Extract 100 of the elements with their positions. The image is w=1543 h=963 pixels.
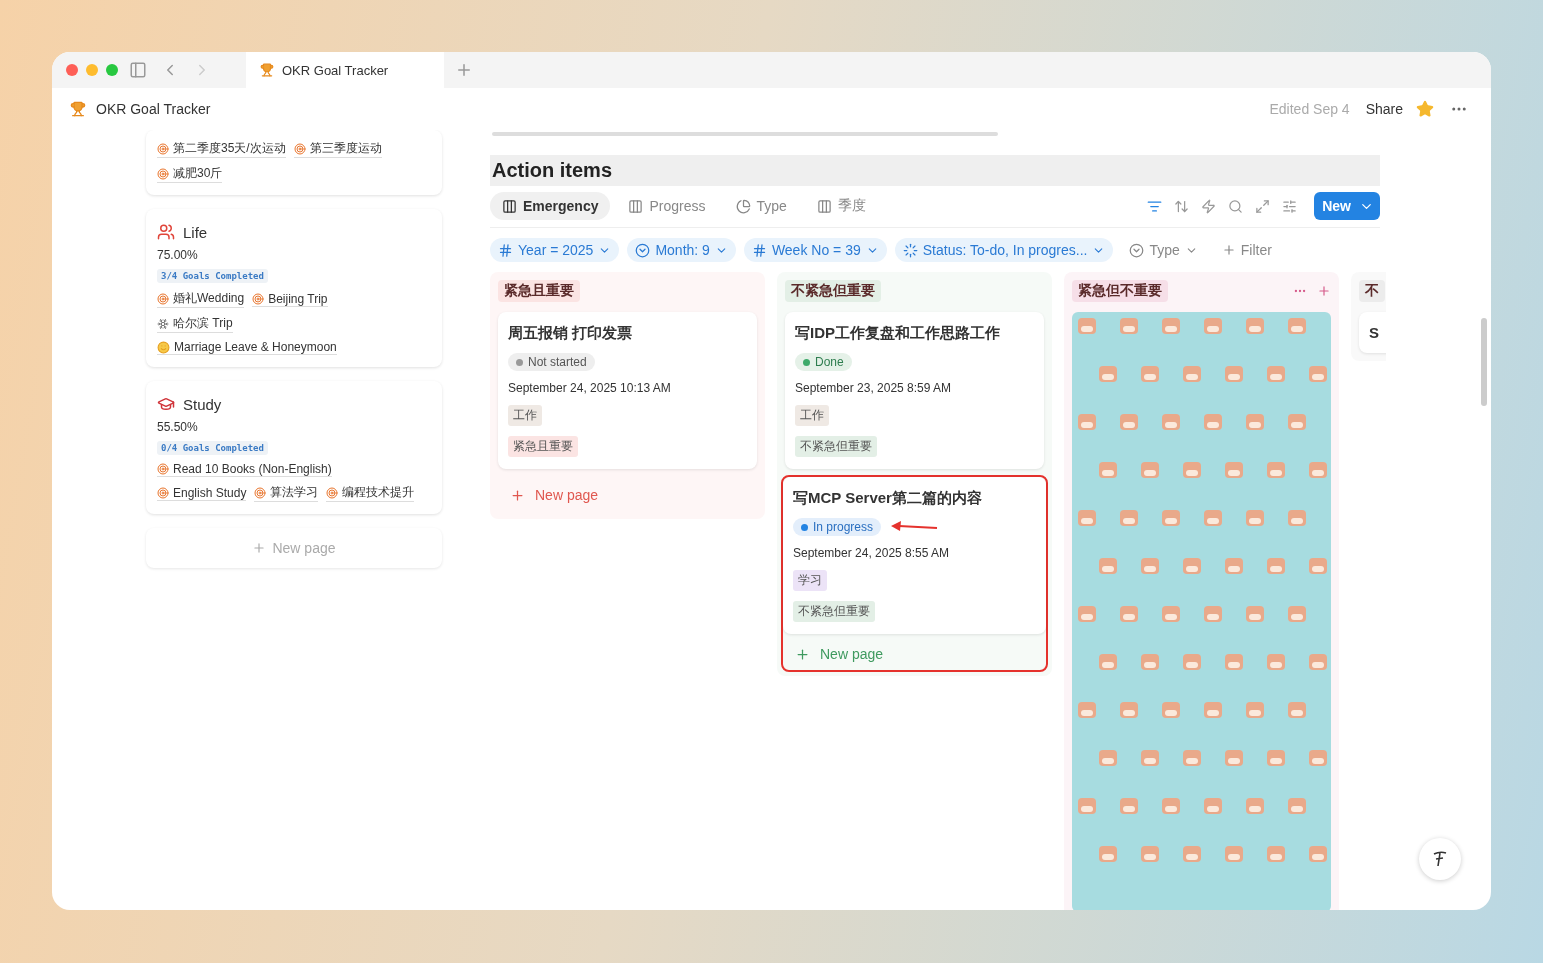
lightning-icon[interactable] — [1201, 198, 1217, 214]
target-icon — [254, 486, 267, 499]
plus-icon — [795, 646, 810, 662]
new-button[interactable]: New — [1314, 192, 1380, 220]
goal-title: Study — [183, 395, 222, 413]
new-tab-icon[interactable] — [455, 61, 473, 79]
goal-link[interactable]: English Study — [157, 485, 247, 501]
close-window-button[interactable] — [66, 64, 78, 76]
target-icon — [157, 142, 169, 155]
target-icon — [293, 142, 306, 155]
add-filter-button[interactable]: Filter — [1213, 238, 1280, 262]
goal-card[interactable]: 第二季度35天/次运动 第三季度运动 减肥30斤 — [146, 130, 442, 195]
status-icon — [902, 242, 918, 258]
plus-icon — [252, 541, 267, 555]
goal-percent: 75.00% — [157, 248, 199, 262]
goal-percent: 55.50% — [157, 420, 199, 434]
tag: 不紧急但重要 — [793, 601, 875, 622]
settings-icon[interactable] — [1282, 198, 1298, 214]
column-label: 紧急但不重要 — [1072, 280, 1168, 302]
card-date: September 23, 2025 8:59 AM — [795, 381, 952, 395]
people-icon — [157, 223, 175, 241]
section-title: Action items — [490, 155, 1380, 186]
tag: 不紧急但重要 — [795, 436, 877, 457]
task-card[interactable]: 写IDP工作复盘和工作思路工作 Done September 23, 2025 8:59 AM 工作 不紧急但重要 — [785, 312, 1044, 469]
plus-icon — [1221, 243, 1236, 257]
task-card[interactable]: S — [1359, 312, 1386, 353]
filter-chip[interactable]: Week No = 39 — [743, 238, 887, 262]
view-tab[interactable]: 季度 — [804, 191, 878, 221]
column-label: 紧急且重要 — [498, 280, 580, 302]
column-label: 不紧急但重要 — [785, 280, 881, 302]
goal-link[interactable]: 哈尔滨 Trip — [157, 315, 233, 333]
snowflake-icon — [157, 317, 169, 330]
plus-icon — [510, 487, 525, 503]
target-icon — [157, 486, 169, 499]
target-icon — [157, 292, 169, 305]
hash-icon — [751, 242, 767, 258]
goal-link[interactable]: Read 10 Books (Non-English) — [157, 462, 332, 477]
card-title: 周五报销 打印发票 — [508, 324, 633, 343]
goal-link[interactable]: 第三季度运动 — [293, 140, 382, 158]
zoom-window-button[interactable] — [106, 64, 118, 76]
share-link[interactable]: Share — [1365, 101, 1403, 117]
goal-card[interactable]: Life 75.00% 3/4 Goals Completed 婚礼Wedding Beijing Trip 哈尔滨 Trip Marriage Leave & Honeymoon — [146, 209, 442, 367]
goal-title: Life — [183, 223, 208, 241]
tag: 工作 — [508, 405, 542, 426]
goal-link[interactable]: Beijing Trip — [252, 291, 328, 307]
goal-link[interactable]: Marriage Leave & Honeymoon — [157, 340, 337, 355]
filter-chip[interactable]: Month: 9 — [627, 238, 736, 262]
tag: 学习 — [793, 570, 827, 591]
tab-title: OKR Goal Tracker — [282, 62, 389, 78]
goal-link[interactable]: 减肥30斤 — [157, 165, 223, 183]
filter-icon[interactable] — [1147, 198, 1163, 214]
status-pill: Done — [795, 353, 852, 371]
target-icon — [157, 463, 169, 475]
goal-link[interactable]: 婚礼Wedding — [157, 290, 245, 308]
target-icon — [252, 292, 265, 305]
goal-card[interactable]: Study 55.50% 0/4 Goals Completed Read 10 Books (Non-English) English Study 算法学习 编程技术提升 — [146, 381, 442, 514]
trophy-icon — [70, 101, 86, 117]
sidebar-icon[interactable] — [129, 61, 147, 79]
task-card[interactable]: 周五报销 打印发票 Not started September 24, 2025 10:13 AM 工作 紧急且重要 — [498, 312, 757, 469]
hash-icon — [498, 242, 513, 258]
graduation-cap-icon — [157, 395, 175, 413]
filter-chip[interactable]: Status: To-do, In progres... — [894, 238, 1114, 262]
filter-chip[interactable]: Type — [1121, 238, 1206, 262]
add-icon[interactable] — [1317, 284, 1331, 298]
card-date: September 24, 2025 10:13 AM — [508, 381, 671, 395]
smiley-icon — [157, 340, 170, 354]
select-icon — [1129, 242, 1145, 258]
expand-icon[interactable] — [1255, 198, 1271, 214]
minimize-window-button[interactable] — [86, 64, 98, 76]
view-tab[interactable]: Type — [723, 192, 799, 220]
board-icon — [502, 198, 517, 214]
goal-link[interactable]: 第二季度35天/次运动 — [157, 140, 286, 158]
goal-link[interactable]: 编程技术提升 — [326, 484, 415, 502]
goal-link[interactable]: 算法学习 — [254, 484, 319, 502]
browser-tab[interactable]: OKR Goal Tracker — [246, 52, 444, 88]
view-tab[interactable]: Progress — [616, 192, 718, 220]
card-title: S — [1369, 324, 1379, 341]
edited-label: Edited Sep 4 — [1269, 101, 1350, 117]
goals-completed-label: 3/4 Goals Completed — [157, 269, 268, 283]
filter-chip[interactable]: Year = 2025 — [490, 238, 620, 262]
task-card[interactable]: 写MCP Server第二篇的内容 In progress September 24, 2025 8:55 AM 学习 不紧急但重要 — [783, 477, 1046, 634]
board-icon — [628, 198, 644, 214]
tag: 紧急且重要 — [508, 436, 578, 457]
view-tab[interactable]: Emergency — [490, 192, 611, 220]
search-icon[interactable] — [1228, 198, 1244, 214]
sort-icon[interactable] — [1174, 198, 1190, 214]
card-date: September 24, 2025 8:55 AM — [793, 546, 950, 560]
star-icon[interactable] — [1416, 100, 1434, 118]
target-icon — [326, 486, 339, 499]
card-title: 写MCP Server第二篇的内容 — [793, 489, 982, 508]
select-icon — [635, 242, 651, 258]
new-page-button[interactable]: New page — [498, 479, 757, 511]
page-title: OKR Goal Tracker — [96, 101, 212, 117]
status-pill: In progress — [793, 518, 882, 536]
help-button[interactable] — [1419, 838, 1461, 880]
chart-icon — [735, 198, 751, 214]
tag: 工作 — [795, 405, 829, 426]
column-label: 不 — [1359, 280, 1385, 302]
trophy-icon — [260, 63, 274, 77]
board-icon — [816, 198, 832, 214]
